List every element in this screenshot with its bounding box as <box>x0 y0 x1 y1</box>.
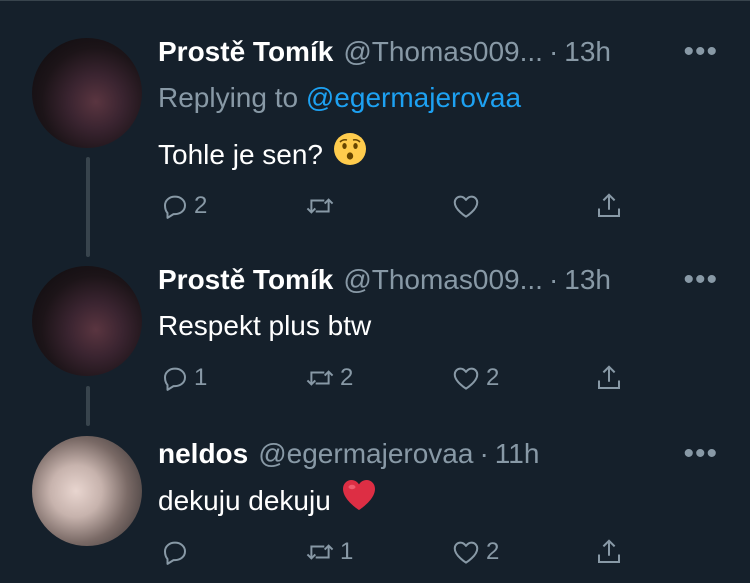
separator-dot: · <box>548 264 559 295</box>
separator-dot: · <box>548 36 559 67</box>
separator-dot: · <box>479 438 489 469</box>
retweet-icon <box>306 198 334 214</box>
replying-to: Replying to @egermajerovaa <box>158 78 521 118</box>
red-heart-emoji-icon <box>341 478 377 523</box>
reply-count: 1 <box>194 364 208 391</box>
heart-icon <box>453 195 479 218</box>
share-icon <box>598 539 620 563</box>
user-handle[interactable]: @Thomas009... <box>343 260 543 300</box>
tweet-actions: 1 2 2 <box>158 358 638 398</box>
avatar[interactable] <box>32 436 142 546</box>
tweet-text-content: Respekt plus btw <box>158 310 372 341</box>
share-button[interactable] <box>594 358 624 398</box>
mention-link[interactable]: @egermajerovaa <box>306 82 521 113</box>
retweet-icon <box>306 370 334 386</box>
share-icon <box>598 193 620 217</box>
timestamp[interactable]: 13h <box>564 32 611 72</box>
tweet-actions: 1 2 <box>158 532 638 572</box>
share-button[interactable] <box>594 532 624 572</box>
display-name[interactable]: neldos <box>158 434 248 474</box>
tweet-header: neldos @egermajerovaa · 11h ••• <box>158 434 718 474</box>
like-button[interactable]: 2 <box>450 358 499 398</box>
heart-icon <box>453 541 479 564</box>
hushed-face-emoji-icon <box>333 132 367 177</box>
reply-button[interactable] <box>160 532 194 572</box>
tweet-text-content: dekuju dekuju <box>158 484 331 516</box>
heart-icon <box>453 367 479 390</box>
like-count: 2 <box>486 364 500 391</box>
retweet-button[interactable] <box>304 186 340 226</box>
like-button[interactable]: 2 <box>450 532 499 572</box>
retweet-count: 2 <box>340 364 354 391</box>
like-button[interactable] <box>450 186 486 226</box>
reply-button[interactable]: 1 <box>160 358 207 398</box>
retweet-button[interactable]: 2 <box>304 358 353 398</box>
tweet-text: dekuju dekuju <box>158 478 377 523</box>
tweet-header: Prostě Tomík @Thomas009... · 13h ••• <box>158 260 718 300</box>
display-name[interactable]: Prostě Tomík <box>158 260 333 300</box>
retweet-count: 1 <box>340 538 354 565</box>
timestamp[interactable]: 13h <box>564 260 611 300</box>
avatar[interactable] <box>32 266 142 376</box>
user-handle[interactable]: @egermajerovaa <box>258 434 473 474</box>
more-options-icon[interactable]: ••• <box>683 434 718 474</box>
avatar[interactable] <box>32 38 142 148</box>
thread-line <box>86 386 90 426</box>
thread-line <box>86 157 90 257</box>
retweet-button[interactable]: 1 <box>304 532 353 572</box>
reply-count: 2 <box>194 192 208 219</box>
tweet-text-content: Tohle je sen? <box>158 138 324 170</box>
replying-prefix: Replying to <box>158 82 299 113</box>
like-count: 2 <box>486 538 500 565</box>
user-handle[interactable]: @Thomas009... <box>343 32 543 72</box>
share-icon <box>598 365 620 389</box>
more-options-icon[interactable]: ••• <box>683 260 718 300</box>
more-options-icon[interactable]: ••• <box>683 32 718 72</box>
reply-icon <box>164 541 186 565</box>
reply-icon <box>164 367 186 391</box>
tweet-actions: 2 <box>158 186 638 226</box>
tweet-header: Prostě Tomík @Thomas009... · 13h ••• <box>158 32 718 72</box>
top-divider <box>0 0 750 1</box>
share-button[interactable] <box>594 186 624 226</box>
reply-button[interactable]: 2 <box>160 186 207 226</box>
tweet-text: Respekt plus btw <box>158 306 371 346</box>
tweet-text: Tohle je sen? <box>158 132 367 177</box>
display-name[interactable]: Prostě Tomík <box>158 32 333 72</box>
reply-icon <box>164 195 186 219</box>
timestamp[interactable]: 11h <box>495 434 540 474</box>
retweet-icon <box>306 544 334 560</box>
